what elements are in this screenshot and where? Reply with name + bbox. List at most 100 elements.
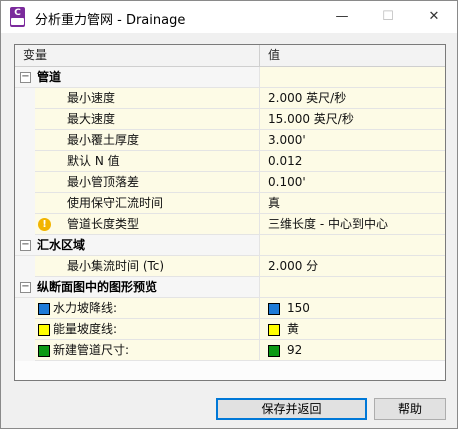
property-value-cell[interactable]: 3.000' bbox=[260, 130, 445, 151]
property-value-cell[interactable]: 15.000 英尺/秒 bbox=[260, 109, 445, 130]
row-gutter bbox=[15, 214, 35, 235]
color-swatch-icon bbox=[268, 345, 280, 357]
civil3d-app-icon: C bbox=[10, 7, 25, 27]
property-value: 黄 bbox=[287, 322, 300, 336]
category-row-pipes[interactable]: − 管道 bbox=[15, 67, 445, 88]
property-row[interactable]: 最小集流时间 (Tc) 2.000 分 bbox=[15, 256, 445, 277]
row-gutter bbox=[15, 172, 35, 193]
property-label: 管道长度类型 bbox=[67, 217, 140, 231]
category-name-cell: − 管道 bbox=[15, 67, 260, 88]
category-value-cell bbox=[260, 277, 445, 298]
row-gutter bbox=[15, 298, 35, 319]
property-value: 2.000 英尺/秒 bbox=[268, 91, 347, 105]
property-value: 0.100' bbox=[268, 175, 306, 189]
property-value-cell[interactable]: 0.100' bbox=[260, 172, 445, 193]
collapse-icon[interactable]: − bbox=[20, 240, 31, 251]
row-gutter bbox=[15, 256, 35, 277]
property-value-cell[interactable]: 黄 bbox=[260, 319, 445, 340]
grid-header: 变量 值 bbox=[15, 45, 445, 67]
category-label: 汇水区域 bbox=[37, 238, 86, 252]
property-row[interactable]: 使用保守汇流时间 真 bbox=[15, 193, 445, 214]
app-icon-badge bbox=[11, 18, 24, 25]
property-grid: 变量 值 − 管道 最小速度 2.000 英尺/秒 最大速度 15.000 英尺… bbox=[14, 44, 446, 381]
maximize-button: ☐ bbox=[382, 9, 394, 24]
property-row[interactable]: 最大速度 15.000 英尺/秒 bbox=[15, 109, 445, 130]
row-gutter bbox=[15, 130, 35, 151]
property-row[interactable]: 新建管道尺寸: 92 bbox=[15, 340, 445, 361]
property-row[interactable]: 最小管顶落差 0.100' bbox=[15, 172, 445, 193]
app-icon-letter: C bbox=[14, 8, 21, 18]
property-name-cell: 使用保守汇流时间 bbox=[35, 193, 260, 214]
property-value: 15.000 英尺/秒 bbox=[268, 112, 354, 126]
property-value: 92 bbox=[287, 343, 303, 357]
property-name-cell: 默认 N 值 bbox=[35, 151, 260, 172]
minimize-button[interactable]: — bbox=[319, 1, 365, 33]
row-gutter bbox=[15, 193, 35, 214]
property-label: 最大速度 bbox=[67, 112, 116, 126]
save-and-return-button[interactable]: 保存并返回 bbox=[216, 398, 367, 420]
collapse-icon[interactable]: − bbox=[20, 282, 31, 293]
warning-icon: ! bbox=[38, 218, 51, 231]
property-label: 使用保守汇流时间 bbox=[67, 196, 164, 210]
category-label: 管道 bbox=[37, 70, 62, 84]
row-gutter bbox=[15, 319, 35, 340]
property-value: 2.000 分 bbox=[268, 259, 319, 273]
property-name-cell: 水力坡降线: bbox=[35, 298, 260, 319]
property-name-cell: ! 管道长度类型 bbox=[35, 214, 260, 235]
help-button[interactable]: 帮助 bbox=[374, 398, 446, 420]
category-name-cell: − 汇水区域 bbox=[15, 235, 260, 256]
property-name-cell: 能量坡度线: bbox=[35, 319, 260, 340]
property-row[interactable]: 默认 N 值 0.012 bbox=[15, 151, 445, 172]
property-value-cell[interactable]: 150 bbox=[260, 298, 445, 319]
property-label: 新建管道尺寸: bbox=[53, 343, 130, 357]
property-row[interactable]: 最小覆土厚度 3.000' bbox=[15, 130, 445, 151]
row-gutter bbox=[15, 340, 35, 361]
property-value-cell[interactable]: 三维长度 - 中心到中心 bbox=[260, 214, 445, 235]
property-value: 3.000' bbox=[268, 133, 306, 147]
property-row[interactable]: 能量坡度线: 黄 bbox=[15, 319, 445, 340]
property-value-cell[interactable]: 2.000 分 bbox=[260, 256, 445, 277]
property-name-cell: 最大速度 bbox=[35, 109, 260, 130]
property-value: 0.012 bbox=[268, 154, 303, 168]
property-value: 三维长度 - 中心到中心 bbox=[268, 217, 388, 231]
column-header-variable[interactable]: 变量 bbox=[15, 45, 260, 66]
property-name-cell: 最小覆土厚度 bbox=[35, 130, 260, 151]
property-row[interactable]: 最小速度 2.000 英尺/秒 bbox=[15, 88, 445, 109]
property-name-cell: 最小管顶落差 bbox=[35, 172, 260, 193]
category-value-cell bbox=[260, 235, 445, 256]
category-label: 纵断面图中的图形预览 bbox=[37, 280, 158, 294]
color-swatch-icon bbox=[38, 324, 50, 336]
property-label: 最小管顶落差 bbox=[67, 175, 140, 189]
row-gutter bbox=[15, 88, 35, 109]
dialog-window: C 分析重力管网 - Drainage — ☐ ✕ 变量 值 − 管道 最小速度 bbox=[0, 0, 458, 429]
property-label: 能量坡度线: bbox=[53, 322, 118, 336]
property-label: 默认 N 值 bbox=[67, 154, 120, 168]
category-row-catchments[interactable]: − 汇水区域 bbox=[15, 235, 445, 256]
property-label: 最小覆土厚度 bbox=[67, 133, 140, 147]
row-gutter bbox=[15, 109, 35, 130]
property-value-cell[interactable]: 92 bbox=[260, 340, 445, 361]
property-name-cell: 新建管道尺寸: bbox=[35, 340, 260, 361]
property-label: 最小速度 bbox=[67, 91, 116, 105]
property-value: 真 bbox=[268, 196, 281, 210]
color-swatch-icon bbox=[38, 303, 50, 315]
close-button[interactable]: ✕ bbox=[411, 1, 457, 33]
property-value-cell[interactable]: 真 bbox=[260, 193, 445, 214]
category-row-profile-preview[interactable]: − 纵断面图中的图形预览 bbox=[15, 277, 445, 298]
property-value-cell[interactable]: 2.000 英尺/秒 bbox=[260, 88, 445, 109]
property-label: 最小集流时间 (Tc) bbox=[67, 259, 165, 273]
category-value-cell bbox=[260, 67, 445, 88]
color-swatch-icon bbox=[268, 324, 280, 336]
window-title: 分析重力管网 - Drainage bbox=[35, 13, 186, 28]
color-swatch-icon bbox=[268, 303, 280, 315]
property-row[interactable]: ! 管道长度类型 三维长度 - 中心到中心 bbox=[15, 214, 445, 235]
color-swatch-icon bbox=[38, 345, 50, 357]
property-name-cell: 最小集流时间 (Tc) bbox=[35, 256, 260, 277]
property-label: 水力坡降线: bbox=[53, 301, 118, 315]
property-row[interactable]: 水力坡降线: 150 bbox=[15, 298, 445, 319]
title-bar[interactable]: C 分析重力管网 - Drainage — ☐ ✕ bbox=[1, 1, 457, 33]
property-name-cell: 最小速度 bbox=[35, 88, 260, 109]
column-header-value[interactable]: 值 bbox=[260, 45, 445, 66]
collapse-icon[interactable]: − bbox=[20, 72, 31, 83]
property-value-cell[interactable]: 0.012 bbox=[260, 151, 445, 172]
